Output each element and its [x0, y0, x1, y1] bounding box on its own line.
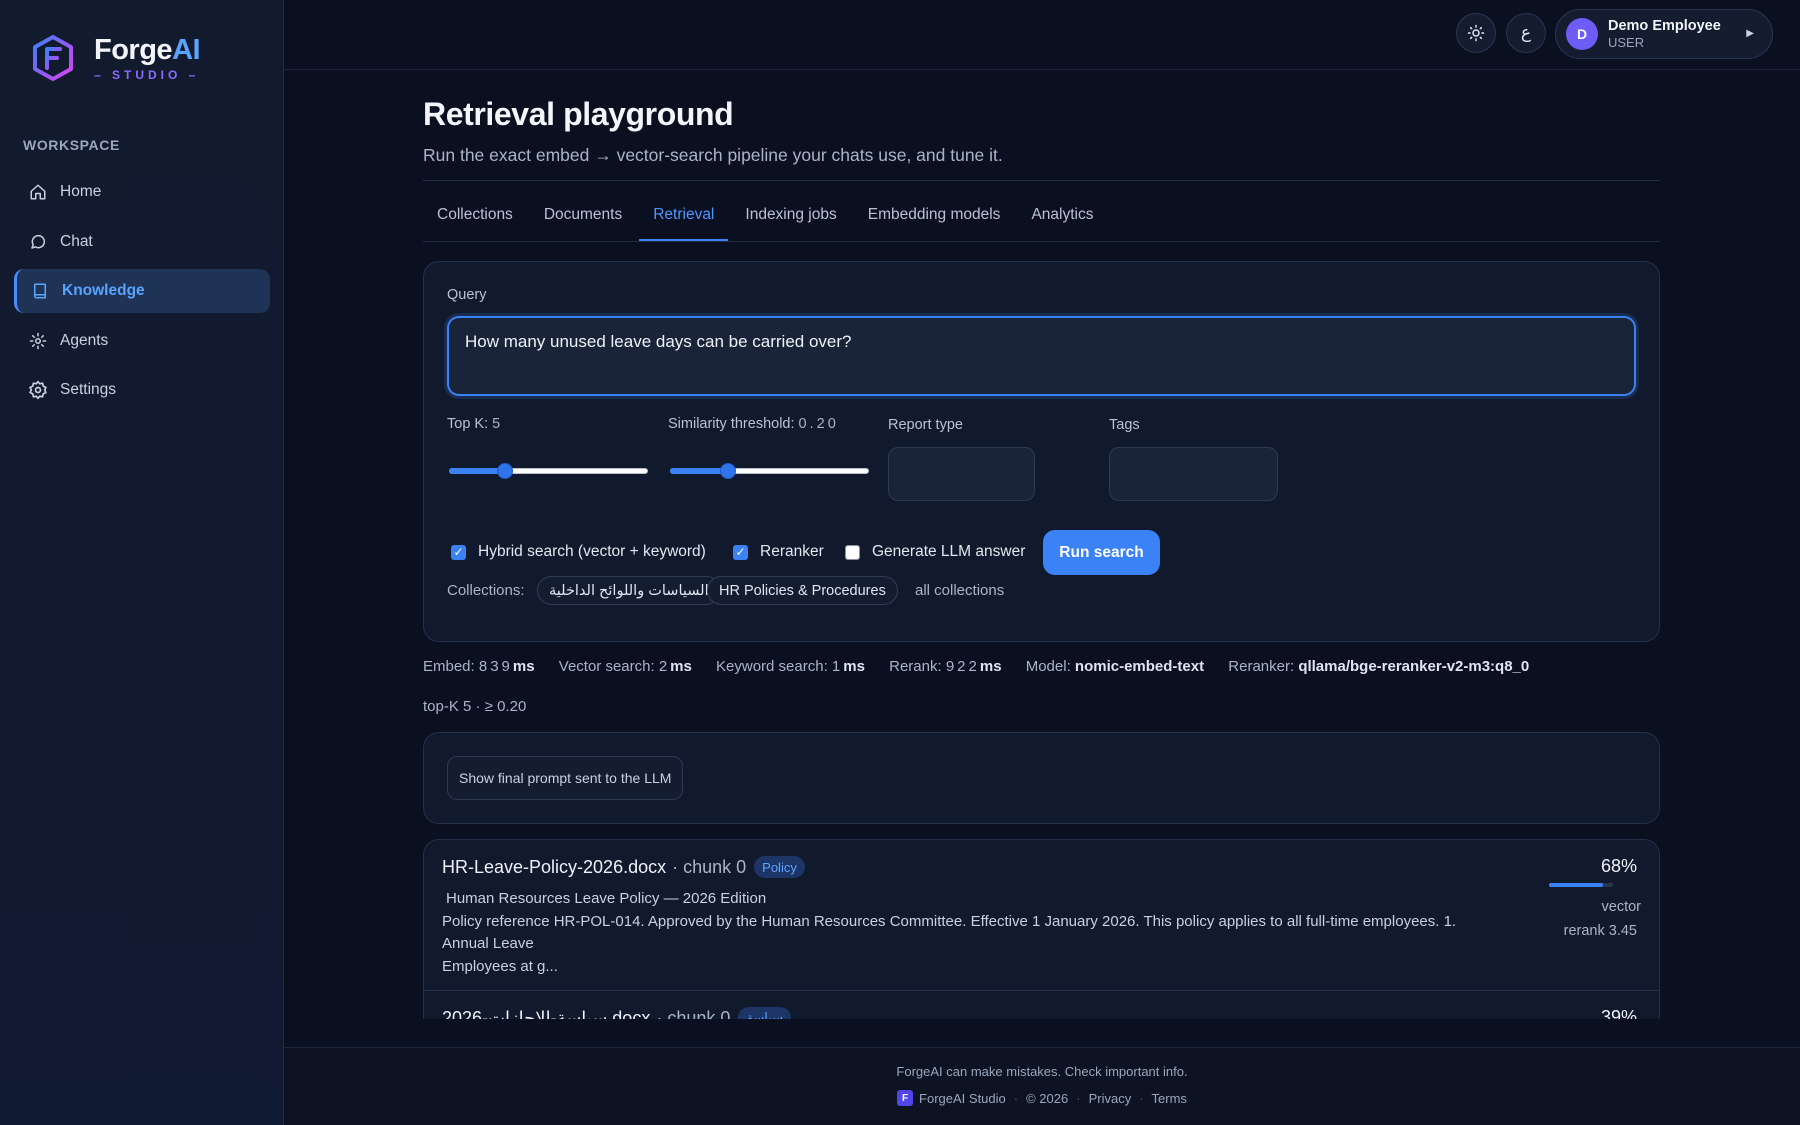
- gear-icon: [28, 380, 48, 400]
- tags-label: Tags: [1109, 417, 1140, 433]
- tab-analytics[interactable]: Analytics: [1017, 200, 1107, 241]
- collections-label: Collections:: [447, 582, 525, 599]
- sparkle-icon: [28, 331, 48, 351]
- reranker-checkbox[interactable]: ✓ Reranker: [733, 543, 824, 561]
- result-badge: سياسة: [738, 1007, 792, 1019]
- user-role: USER: [1608, 34, 1645, 50]
- chat-bubble-icon: [28, 232, 48, 252]
- brand-subtitle: – STUDIO –: [94, 68, 200, 82]
- show-prompt-button[interactable]: Show final prompt sent to the LLM: [447, 756, 684, 800]
- result-rerank: rerank 3.45: [1563, 923, 1637, 939]
- user-menu[interactable]: D Demo Employee USER ▶: [1555, 9, 1773, 59]
- tab-bar: Collections Documents Retrieval Indexing…: [423, 200, 1660, 242]
- query-label: Query: [447, 287, 487, 303]
- footer-product: ForgeAI Studio: [919, 1090, 1006, 1106]
- slider-thumb[interactable]: [719, 463, 736, 479]
- home-icon: [28, 182, 48, 202]
- disclaimer: ForgeAI can make mistakes. Check importa…: [896, 1064, 1188, 1079]
- tab-collections[interactable]: Collections: [423, 200, 527, 241]
- sun-icon: [1467, 24, 1485, 42]
- result-file-name: 2026-سياسة-الاجازات.docx: [442, 1007, 651, 1020]
- sidebar-item-label: Chat: [60, 232, 93, 250]
- result-item[interactable]: 2026-سياسة-الاجازات.docx · chunk 0 سياسة…: [424, 991, 1659, 1019]
- topk-value: 5: [492, 416, 504, 432]
- slider-thumb[interactable]: [496, 463, 513, 479]
- results-list: HR-Leave-Policy-2026.docx · chunk 0 Poli…: [423, 839, 1660, 1019]
- sidebar-item-label: Knowledge: [62, 282, 145, 299]
- checkbox-unchecked-icon: [845, 544, 860, 560]
- sidebar-item-home[interactable]: Home: [14, 170, 270, 214]
- checkbox-checked-icon: ✓: [733, 544, 748, 560]
- sidebar-item-knowledge[interactable]: Knowledge: [14, 269, 270, 313]
- avatar: D: [1566, 18, 1598, 50]
- footer-links: F ForgeAI Studio · © 2026 · Privacy · Te…: [284, 1090, 1800, 1106]
- prompt-card: Show final prompt sent to the LLM: [423, 732, 1660, 824]
- result-badge: Policy: [754, 856, 805, 878]
- sidebar-item-agents[interactable]: Agents: [14, 319, 270, 363]
- collection-pill-hr[interactable]: HR Policies & Procedures: [707, 576, 898, 605]
- sidebar-item-label: Home: [60, 183, 102, 200]
- sidebar-item-settings[interactable]: Settings: [14, 368, 270, 412]
- result-score-fill: [1549, 883, 1604, 887]
- result-file-name: HR-Leave-Policy-2026.docx: [442, 856, 667, 877]
- all-collections-link[interactable]: all collections: [915, 582, 1004, 599]
- page-title: Retrieval playground: [423, 96, 734, 132]
- result-chunk: · chunk 0: [656, 1007, 731, 1020]
- timing-metrics: Embed: 839ms Vector search: 2ms Keyword …: [423, 658, 1530, 675]
- result-score: 68%: [1600, 856, 1637, 876]
- hybrid-search-checkbox[interactable]: ✓ Hybrid search (vector + keyword): [451, 543, 706, 561]
- topk-slider[interactable]: [447, 458, 650, 484]
- reranker-label: Reranker: [760, 543, 824, 560]
- footer: ForgeAI can make mistakes. Check importa…: [284, 1047, 1800, 1125]
- result-vector-label: vector: [1601, 899, 1642, 915]
- footer-copyright: © 2026: [1026, 1090, 1069, 1106]
- brand[interactable]: ForgeAI – STUDIO –: [32, 34, 201, 82]
- sidebar: ForgeAI – STUDIO – WORKSPACE Home Chat K…: [0, 0, 284, 1125]
- chevron-right-icon: ▶: [1746, 28, 1754, 39]
- run-search-button[interactable]: Run search: [1043, 530, 1160, 575]
- threshold-slider[interactable]: [668, 458, 871, 484]
- user-name: Demo Employee: [1608, 17, 1721, 34]
- tab-documents[interactable]: Documents: [530, 200, 636, 241]
- result-item[interactable]: HR-Leave-Policy-2026.docx · chunk 0 Poli…: [424, 840, 1659, 991]
- collection-pill-arabic[interactable]: السياسات واللوائح الداخلية: [537, 576, 721, 605]
- threshold-label: Similarity threshold: 0.20: [668, 416, 839, 432]
- result-title: HR-Leave-Policy-2026.docx · chunk 0 Poli…: [442, 856, 805, 878]
- sidebar-item-label: Agents: [60, 331, 109, 349]
- sidebar-nav: Home Chat Knowledge Agents Settings: [14, 170, 270, 418]
- result-snippet: Human Resources Leave Policy — 2026 Edit…: [442, 890, 1457, 975]
- report-type-select[interactable]: [888, 447, 1035, 501]
- result-title: 2026-سياسة-الاجازات.docx · chunk 0 سياسة: [442, 1007, 792, 1020]
- report-type-label: Report type: [888, 417, 963, 433]
- workspace-section-label: WORKSPACE: [23, 137, 120, 153]
- terms-link[interactable]: Terms: [1152, 1091, 1187, 1106]
- book-icon: [30, 281, 50, 301]
- query-input[interactable]: [447, 316, 1636, 396]
- llm-answer-label: Generate LLM answer: [872, 543, 1026, 560]
- theme-toggle-button[interactable]: [1456, 13, 1496, 53]
- result-score-bar: [1549, 883, 1613, 887]
- sidebar-item-label: Settings: [60, 381, 117, 398]
- checkbox-checked-icon: ✓: [451, 544, 466, 560]
- brand-name: ForgeAI: [94, 34, 201, 66]
- topk-summary: top-K 5 · ≥ 0.20: [423, 698, 527, 715]
- sidebar-item-chat[interactable]: Chat: [14, 220, 270, 264]
- privacy-link[interactable]: Privacy: [1089, 1091, 1132, 1106]
- hybrid-search-label: Hybrid search (vector + keyword): [478, 543, 706, 560]
- result-score: 39%: [1600, 1007, 1637, 1019]
- divider: [423, 180, 1660, 181]
- tab-retrieval[interactable]: Retrieval: [639, 200, 729, 241]
- language-toggle-button[interactable]: ع: [1506, 13, 1546, 53]
- llm-answer-checkbox[interactable]: Generate LLM answer: [845, 543, 1025, 561]
- tab-embedding-models[interactable]: Embedding models: [854, 200, 1015, 241]
- forge-logo-icon: F: [897, 1090, 914, 1106]
- forge-logo-icon: [33, 35, 73, 81]
- search-card: Query Top K: 5 Similarity threshold: 0.2…: [423, 261, 1660, 642]
- topk-label: Top K: 5: [447, 416, 504, 432]
- tab-indexing-jobs[interactable]: Indexing jobs: [731, 200, 850, 241]
- tags-select[interactable]: [1109, 447, 1278, 501]
- result-chunk: · chunk 0: [672, 856, 747, 877]
- page-subtitle: Run the exact embed → vector-search pipe…: [423, 145, 1003, 165]
- threshold-value: 0.20: [798, 416, 839, 432]
